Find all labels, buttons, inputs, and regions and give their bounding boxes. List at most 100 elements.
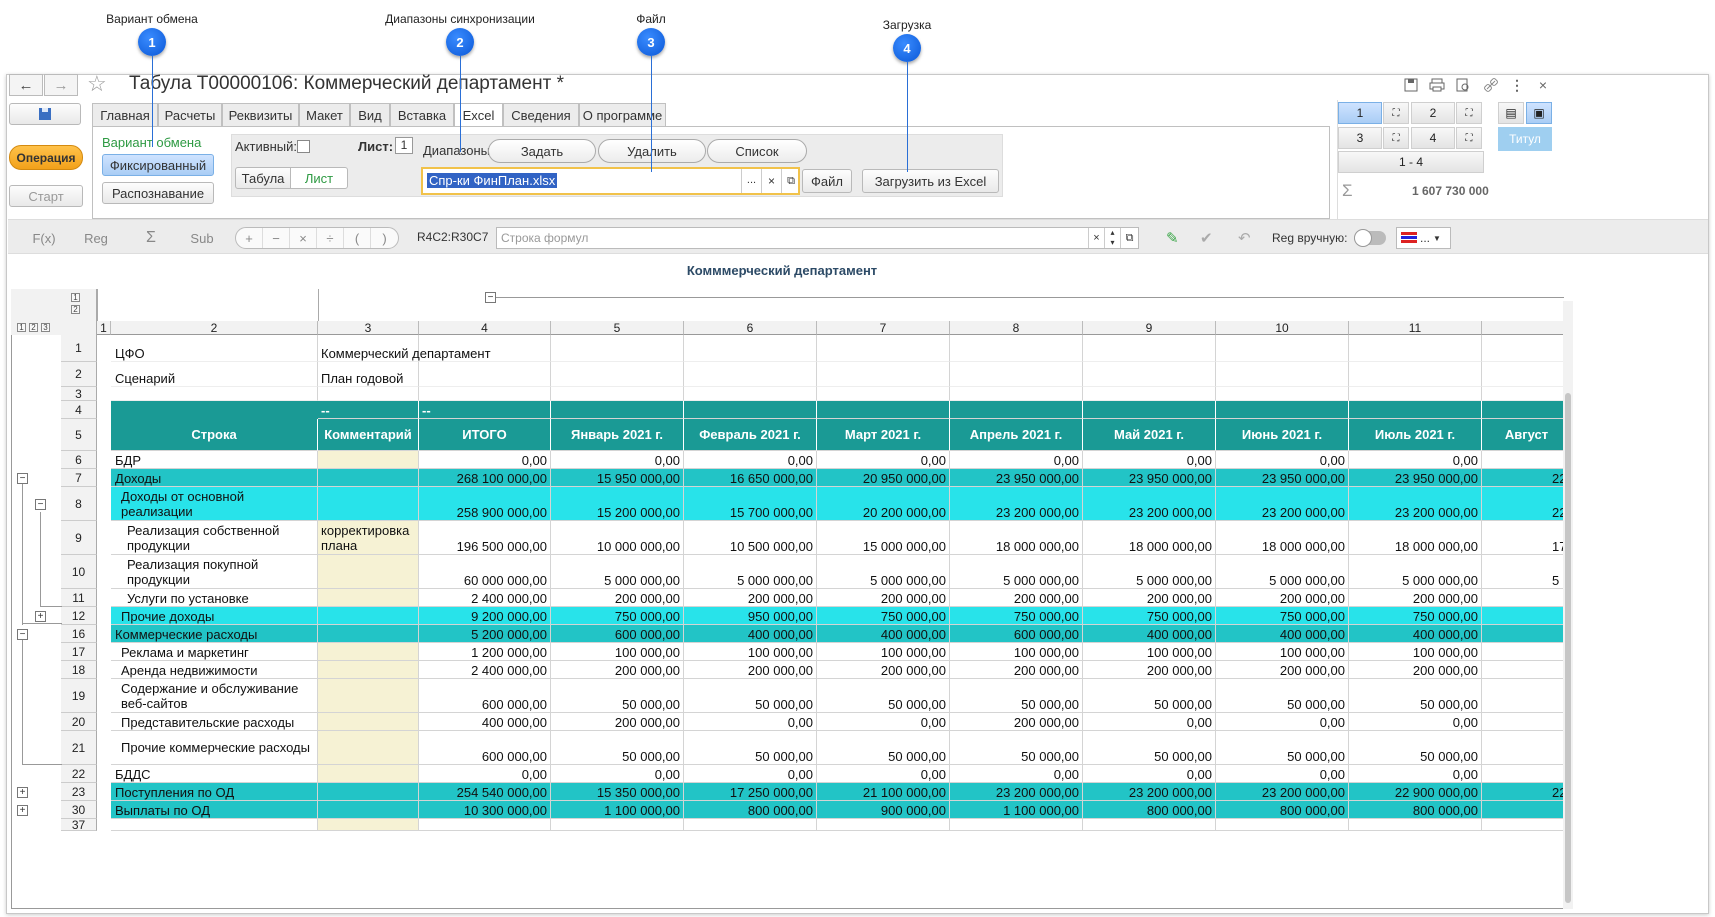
page-cell-1[interactable]: 1 (1338, 102, 1382, 124)
tab-9[interactable]: О программе (579, 103, 666, 127)
row-comment[interactable]: корректировка плана (318, 521, 419, 555)
value-cell[interactable]: 0,00 (817, 713, 950, 731)
value-cell[interactable]: 600 000,00 (551, 625, 684, 643)
value-cell[interactable]: 900 000,00 (817, 801, 950, 819)
value-cell-partial[interactable] (1482, 801, 1564, 819)
value-cell[interactable]: 600 000,00 (419, 679, 551, 713)
value-cell[interactable]: 200 000,00 (1083, 589, 1216, 607)
value-cell[interactable]: 0,00 (817, 451, 950, 469)
row-comment[interactable] (318, 643, 419, 661)
link-icon[interactable] (1481, 75, 1501, 95)
value-cell[interactable]: 0,00 (1083, 451, 1216, 469)
row-number[interactable]: 9 (61, 521, 97, 555)
expand-icon[interactable]: ⛶ (1383, 102, 1409, 124)
value-cell[interactable]: 200 000,00 (551, 589, 684, 607)
row-level-icon[interactable]: 1 (17, 323, 26, 332)
collapse-row-icon[interactable]: + (17, 786, 28, 798)
value-cell[interactable]: 400 000,00 (419, 713, 551, 731)
value-cell[interactable]: 100 000,00 (950, 643, 1083, 661)
row-comment[interactable] (318, 679, 419, 713)
value-cell[interactable]: 18 000 000,00 (950, 521, 1083, 555)
collapse-row-icon[interactable]: + (35, 610, 46, 622)
sheet-button[interactable]: Лист (290, 167, 348, 189)
tab-8[interactable]: Сведения (503, 103, 579, 127)
page-cell-2[interactable]: 2 (1411, 102, 1455, 124)
row-number[interactable]: 22 (61, 765, 97, 783)
column-header[interactable]: 3 (318, 321, 419, 335)
value-cell-partial[interactable] (1482, 589, 1564, 607)
column-header[interactable]: 2 (111, 321, 318, 335)
value-cell[interactable]: 200 000,00 (817, 661, 950, 679)
value-cell[interactable]: 200 000,00 (551, 713, 684, 731)
column-header[interactable] (1482, 321, 1564, 335)
value-cell[interactable] (1349, 819, 1482, 831)
row-level-icon[interactable]: 2 (29, 323, 38, 332)
row-comment[interactable] (318, 783, 419, 801)
value-cell[interactable]: 15 950 000,00 (551, 469, 684, 487)
value-cell[interactable]: 50 000,00 (1216, 731, 1349, 765)
table-button[interactable]: Табула (235, 167, 291, 189)
column-header[interactable]: 8 (950, 321, 1083, 335)
value-cell[interactable]: 1 200 000,00 (419, 643, 551, 661)
value-cell[interactable]: 200 000,00 (1216, 661, 1349, 679)
value-cell[interactable]: 15 350 000,00 (551, 783, 684, 801)
row-comment[interactable] (318, 731, 419, 765)
value-cell[interactable]: 100 000,00 (684, 643, 817, 661)
value-cell[interactable]: 50 000,00 (1216, 679, 1349, 713)
value-cell[interactable]: 400 000,00 (1349, 625, 1482, 643)
operator-button[interactable]: ( (344, 228, 371, 248)
collapse-row-icon[interactable]: − (35, 498, 46, 510)
column-header[interactable]: 5 (551, 321, 684, 335)
value-cell[interactable]: 20 200 000,00 (817, 487, 950, 521)
value-cell[interactable] (684, 819, 817, 831)
value-cell-partial[interactable]: 22 (1482, 783, 1564, 801)
operator-button[interactable]: × (290, 228, 317, 248)
row-number[interactable]: 8 (61, 487, 97, 521)
value-cell[interactable]: 400 000,00 (1216, 625, 1349, 643)
preview-icon[interactable] (1453, 75, 1473, 95)
value-cell-partial[interactable] (1482, 765, 1564, 783)
row-number[interactable]: 2 (61, 362, 97, 387)
value-cell-partial[interactable] (1482, 451, 1564, 469)
value-cell[interactable]: 23 200 000,00 (950, 783, 1083, 801)
value-cell[interactable]: 400 000,00 (1083, 625, 1216, 643)
fx-button[interactable]: F(x) (27, 227, 61, 249)
value-cell[interactable]: 0,00 (1216, 765, 1349, 783)
row-number[interactable]: 17 (61, 643, 97, 661)
value-cell[interactable]: 400 000,00 (817, 625, 950, 643)
value-cell-partial[interactable] (1482, 679, 1564, 713)
column-header[interactable]: 9 (1083, 321, 1216, 335)
value-cell[interactable]: 5 000 000,00 (684, 555, 817, 589)
value-cell[interactable]: 600 000,00 (950, 625, 1083, 643)
operator-button[interactable]: − (263, 228, 290, 248)
formula-input[interactable]: Строка формул × ▴ ▾ ⧉ (496, 227, 1139, 249)
row-comment[interactable] (318, 801, 419, 819)
value-cell[interactable]: 15 200 000,00 (551, 487, 684, 521)
title-button[interactable]: Титул (1498, 127, 1552, 151)
row-comment[interactable] (318, 607, 419, 625)
row-comment[interactable] (318, 555, 419, 589)
value-cell[interactable]: 200 000,00 (684, 589, 817, 607)
value-cell[interactable] (419, 819, 551, 831)
active-checkbox[interactable] (297, 140, 310, 153)
value-cell[interactable]: 268 100 000,00 (419, 469, 551, 487)
value-cell[interactable]: 16 650 000,00 (684, 469, 817, 487)
row-comment[interactable] (318, 819, 419, 831)
sheet-view-icon[interactable]: ▣ (1526, 102, 1552, 124)
value-cell-partial[interactable] (1482, 625, 1564, 643)
value-cell[interactable]: 10 500 000,00 (684, 521, 817, 555)
value-cell[interactable]: 2 400 000,00 (419, 661, 551, 679)
value-cell[interactable]: 23 950 000,00 (950, 469, 1083, 487)
value-cell[interactable]: 0,00 (1349, 713, 1482, 731)
value-cell[interactable]: 50 000,00 (684, 731, 817, 765)
value-cell[interactable]: 23 200 000,00 (1083, 487, 1216, 521)
recognition-button[interactable]: Распознавание (102, 182, 214, 204)
value-cell[interactable]: 196 500 000,00 (419, 521, 551, 555)
value-cell[interactable]: 0,00 (950, 765, 1083, 783)
save-doc-button[interactable] (9, 103, 81, 125)
value-cell[interactable]: 800 000,00 (1216, 801, 1349, 819)
clear-formula-icon[interactable]: × (1088, 228, 1104, 248)
tab-4[interactable]: Макет (299, 103, 350, 127)
value-cell[interactable] (551, 819, 684, 831)
expand-icon[interactable]: ⛶ (1456, 127, 1482, 149)
